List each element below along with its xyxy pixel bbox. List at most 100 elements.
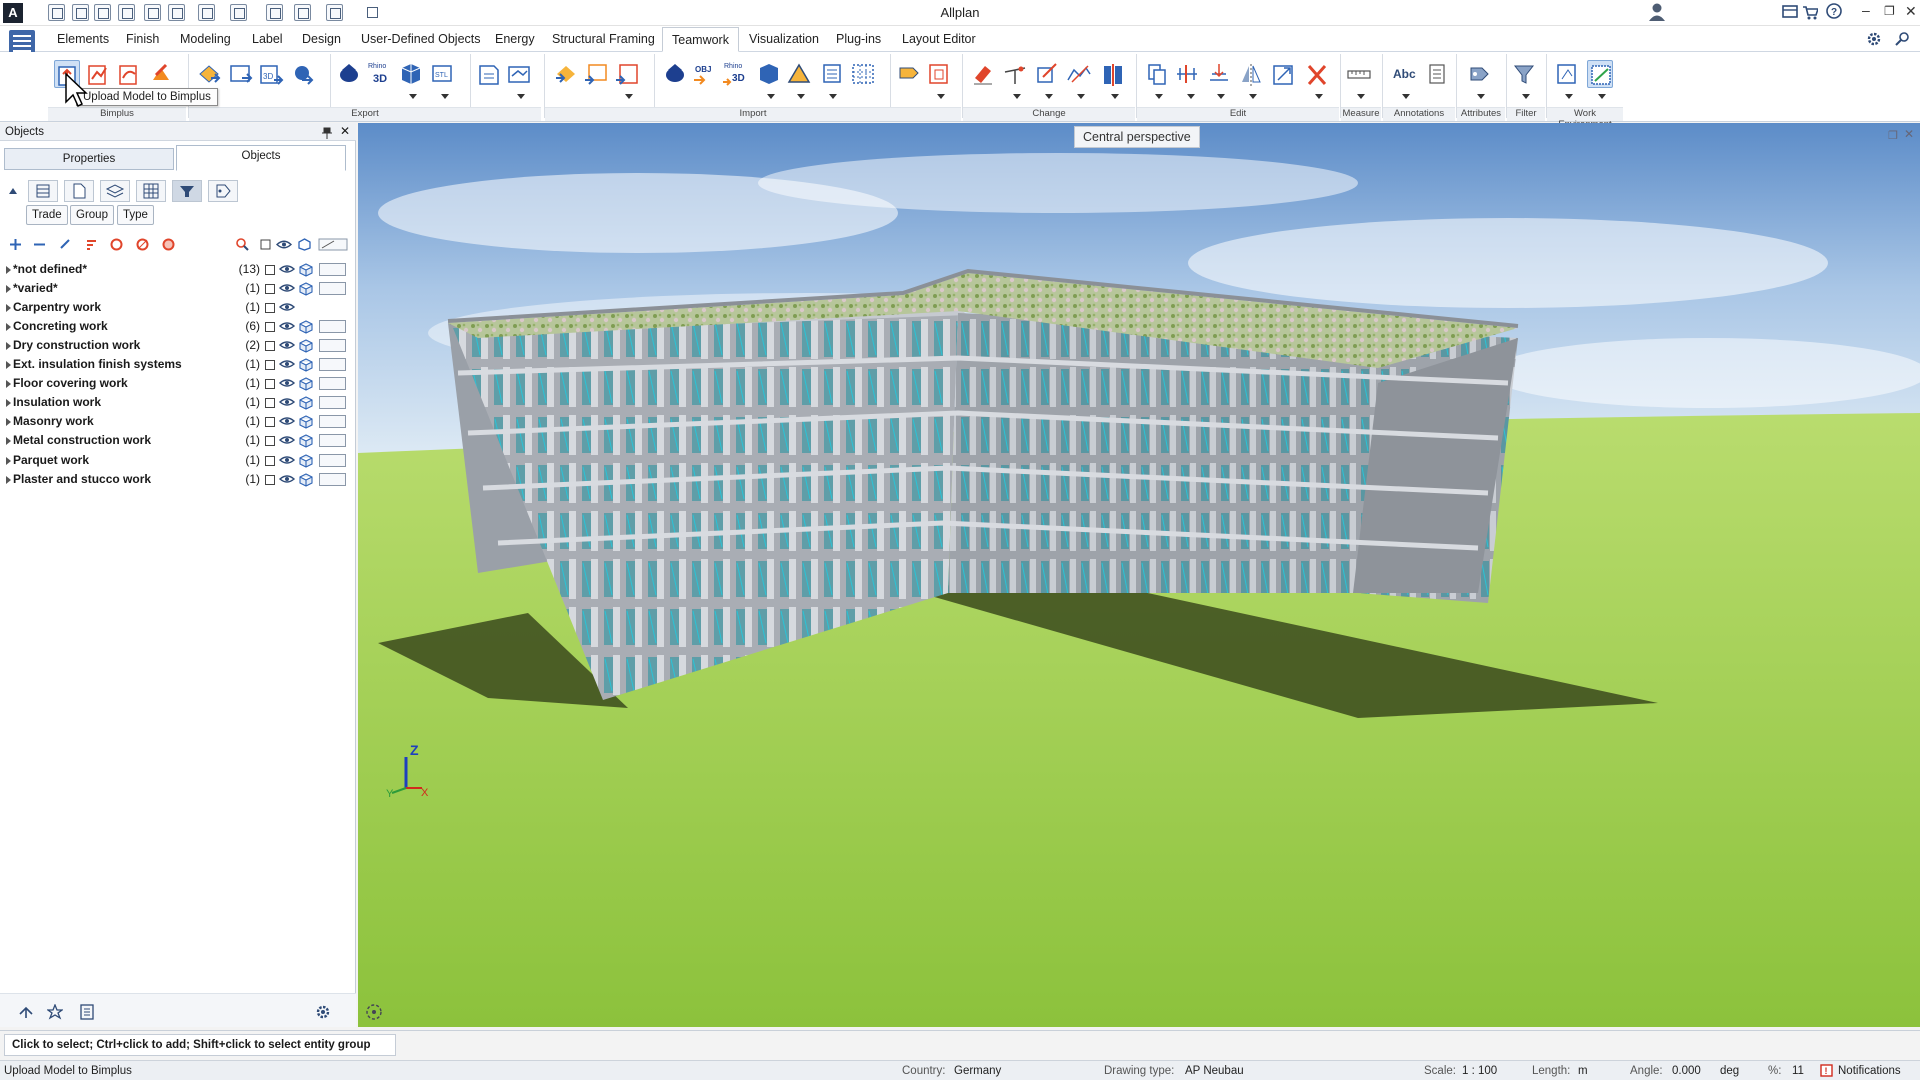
scale-value[interactable]: 1 : 100 <box>1462 1065 1497 1077</box>
eye-icon[interactable] <box>279 301 295 313</box>
row-checkbox[interactable] <box>265 474 275 485</box>
help-icon[interactable]: ? <box>1826 3 1842 19</box>
color-swatch[interactable] <box>319 358 346 372</box>
row-checkbox[interactable] <box>265 436 275 447</box>
list-item[interactable]: *varied* (1) <box>6 279 352 298</box>
eye-icon[interactable] <box>279 473 295 485</box>
notifications-label[interactable]: Notifications <box>1838 1065 1901 1077</box>
color-swatch[interactable] <box>319 415 346 429</box>
list-item[interactable]: Masonry work (1) <box>6 412 352 431</box>
import-cinema-button[interactable] <box>662 60 688 88</box>
visibility-all-icon[interactable] <box>276 238 292 251</box>
collapse-up-icon[interactable] <box>8 187 18 195</box>
reset-red-icon[interactable] <box>162 238 175 251</box>
expand-caret-icon[interactable] <box>6 380 11 389</box>
tab-plug-ins[interactable]: Plug-ins <box>836 32 881 46</box>
active-environment-button[interactable] <box>1587 60 1613 88</box>
expand-caret-icon[interactable] <box>6 266 11 274</box>
work-environment-button[interactable] <box>1554 60 1580 88</box>
tab-label[interactable]: Label <box>252 32 283 46</box>
change-modify-button[interactable] <box>1034 60 1060 88</box>
transparency-cube-icon[interactable] <box>299 339 313 353</box>
select-all-checkbox-icon[interactable] <box>259 238 272 251</box>
link-icon[interactable] <box>59 238 72 251</box>
eye-icon[interactable] <box>279 415 295 427</box>
chip-trade[interactable]: Trade <box>26 205 68 225</box>
change-eraser-button[interactable] <box>970 60 996 88</box>
change-trim-button[interactable] <box>1002 60 1028 88</box>
list-item[interactable]: Insulation work (1) <box>6 393 352 412</box>
expand-caret-icon[interactable] <box>6 342 11 351</box>
export-rhino-button[interactable]: Rhino 3D <box>366 60 392 88</box>
import-model-button[interactable] <box>926 60 952 88</box>
tab-modeling[interactable]: Modeling <box>180 32 231 46</box>
row-checkbox[interactable] <box>265 379 275 390</box>
angle-value[interactable]: 0.000 <box>1672 1065 1701 1077</box>
expand-caret-icon[interactable] <box>6 456 11 465</box>
expand-caret-icon[interactable] <box>6 418 11 427</box>
percent-value[interactable]: 11 <box>1792 1065 1804 1077</box>
tab-layout-editor[interactable]: Layout Editor <box>902 32 976 46</box>
restore-icon[interactable]: ❐ <box>1884 4 1895 18</box>
expand-caret-icon[interactable] <box>6 437 11 446</box>
transparency-cube-icon[interactable] <box>299 415 313 430</box>
edit-dimension-button[interactable] <box>1174 60 1200 88</box>
country-value[interactable]: Germany <box>954 1065 1001 1077</box>
export-stl-button[interactable]: STL <box>430 60 456 88</box>
color-all-icon[interactable] <box>318 238 348 251</box>
text-annotation-button[interactable]: Abc <box>1391 60 1417 88</box>
transparency-cube-icon[interactable] <box>299 472 313 487</box>
color-swatch[interactable] <box>319 282 346 296</box>
list-item[interactable]: Parquet work (1) <box>6 451 352 470</box>
filter-building-structure-icon[interactable] <box>28 180 58 202</box>
tab-finish[interactable]: Finish <box>126 32 159 46</box>
transparency-cube-icon[interactable] <box>299 453 313 468</box>
color-swatch[interactable] <box>319 320 346 334</box>
filter-trade-icon[interactable] <box>172 180 202 202</box>
row-checkbox[interactable] <box>265 455 275 466</box>
row-checkbox[interactable] <box>265 265 275 275</box>
row-checkbox[interactable] <box>265 417 275 428</box>
expand-caret-icon[interactable] <box>6 399 11 408</box>
list-item[interactable]: Floor covering work (1) <box>6 374 352 393</box>
row-checkbox[interactable] <box>265 322 275 333</box>
eye-icon[interactable] <box>279 263 295 275</box>
color-swatch[interactable] <box>319 472 346 486</box>
notifications-icon[interactable]: ! <box>1820 1064 1833 1077</box>
import-ifc-button[interactable] <box>553 60 579 88</box>
transparency-cube-icon[interactable] <box>299 320 313 334</box>
import-point-cloud-button[interactable] <box>850 60 876 88</box>
transparency-all-icon[interactable] <box>298 238 311 251</box>
transparency-cube-icon[interactable] <box>299 263 313 277</box>
export-bimplus-button[interactable] <box>290 60 316 88</box>
export-3d-button[interactable]: 3D <box>258 60 284 88</box>
transparency-cube-icon[interactable] <box>299 434 313 449</box>
import-sketchup-button[interactable] <box>756 60 782 88</box>
list-item[interactable]: *not defined* (13) <box>6 260 352 279</box>
attributes-button[interactable] <box>1466 60 1492 88</box>
minimize-icon[interactable]: – <box>1862 2 1870 18</box>
layout-icon[interactable] <box>1782 4 1798 20</box>
export-cinema-button[interactable] <box>336 60 362 88</box>
shop-cart-icon[interactable] <box>1802 4 1818 20</box>
collapse-all-icon[interactable] <box>33 238 46 251</box>
row-checkbox[interactable] <box>265 303 275 314</box>
row-checkbox[interactable] <box>265 284 275 295</box>
bimplus-download-button[interactable] <box>148 60 174 88</box>
edit-elevation-button[interactable] <box>1206 60 1232 88</box>
import-drawing-files-button[interactable] <box>583 60 609 88</box>
report-icon[interactable] <box>79 1004 95 1020</box>
transparency-cube-icon[interactable] <box>299 377 313 391</box>
filter-button[interactable] <box>1511 60 1537 88</box>
length-value[interactable]: m <box>1578 1065 1588 1077</box>
export-sketchup-button[interactable] <box>398 60 424 88</box>
chip-type[interactable]: Type <box>117 205 154 225</box>
list-item[interactable]: Dry construction work (2) <box>6 336 352 355</box>
eye-icon[interactable] <box>279 454 295 466</box>
list-item[interactable]: Concreting work (6) <box>6 317 352 336</box>
isolate-red-icon[interactable] <box>110 238 123 251</box>
tab-energy[interactable]: Energy <box>495 32 535 46</box>
eye-icon[interactable] <box>279 320 295 332</box>
bimplus-sync-button[interactable] <box>116 60 142 88</box>
row-checkbox[interactable] <box>265 398 275 409</box>
